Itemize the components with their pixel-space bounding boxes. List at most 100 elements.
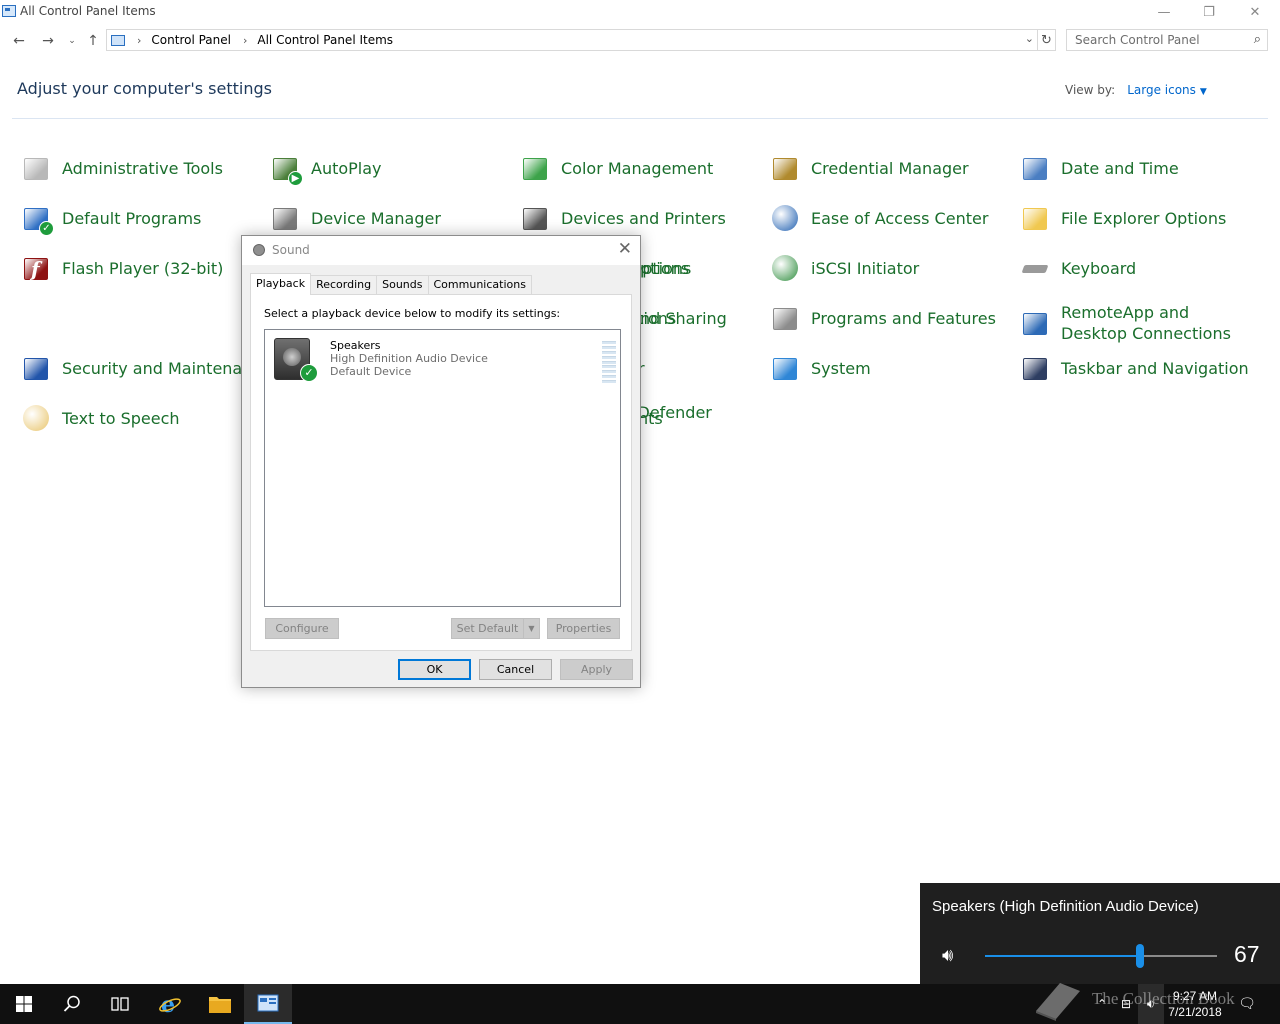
date-time-icon	[1019, 152, 1051, 184]
volume-slider[interactable]	[985, 944, 1217, 968]
device-list-item[interactable]: ✓ Speakers High Definition Audio Device …	[271, 336, 616, 384]
ok-button[interactable]: OK	[398, 659, 471, 680]
item-label: Programs and Features	[811, 308, 996, 328]
programs-features-icon	[769, 302, 801, 334]
item-label: Taskbar and Navigation	[1061, 358, 1249, 378]
tab-communications[interactable]: Communications	[427, 275, 532, 295]
refresh-icon[interactable]: ↻	[1038, 29, 1056, 51]
cancel-button[interactable]: Cancel	[479, 659, 552, 680]
volume-value: 67	[1234, 941, 1260, 967]
control-panel-taskbar-icon[interactable]	[244, 984, 292, 1024]
administrative-tools-icon	[20, 152, 52, 184]
system-clock[interactable]: 9:27 AM 7/21/2018	[1166, 988, 1224, 1020]
clock-time: 9:27 AM	[1172, 989, 1218, 1003]
control-panel-item[interactable]: ✓ Default Programs	[20, 202, 201, 236]
control-panel-item[interactable]: Date and Time	[1019, 152, 1179, 184]
search-icon[interactable]: ⌕	[1254, 32, 1261, 47]
task-view-icon[interactable]	[96, 984, 144, 1024]
apply-button[interactable]: Apply	[560, 659, 633, 680]
recent-locations-chevron-icon[interactable]: ⌄	[61, 30, 83, 52]
item-label: Date and Time	[1061, 158, 1179, 178]
security-maintenance-icon	[20, 352, 52, 384]
header-divider	[12, 118, 1268, 119]
volume-tray-icon[interactable]: 🔉︎	[1138, 984, 1164, 1024]
dialog-close-icon[interactable]: ✕	[618, 239, 632, 259]
control-panel-item[interactable]: Device Manager	[269, 202, 441, 234]
control-panel-item[interactable]: Ease of Access Center	[769, 202, 988, 234]
control-panel-item[interactable]: Text to Speech	[20, 402, 180, 434]
control-panel-item[interactable]: Color Management	[519, 152, 713, 184]
window-title-bar: All Control Panel Items — ❐ ✕	[0, 0, 1280, 24]
tab-recording[interactable]: Recording	[310, 275, 378, 295]
internet-explorer-icon[interactable]: e	[146, 984, 194, 1024]
address-dropdown-chevron-icon[interactable]: ⌄	[1025, 32, 1034, 45]
dropdown-caret-icon[interactable]: ▼	[1200, 87, 1207, 97]
taskbar: e ⌃ ⊟ 🔉︎ 9:27 AM 7/21/2018 🗨︎	[0, 984, 1280, 1024]
control-panel-item[interactable]: ▶ AutoPlay	[269, 152, 382, 186]
view-by-dropdown[interactable]: Large icons	[1127, 83, 1196, 97]
show-hidden-icons-chevron-icon[interactable]: ⌃	[1090, 984, 1114, 1024]
text-to-speech-icon	[20, 402, 52, 434]
item-label: Devices and Printers	[561, 208, 726, 228]
volume-slider-thumb[interactable]	[1136, 944, 1145, 968]
close-window-button[interactable]: ✕	[1232, 0, 1278, 24]
item-label: Flash Player (32-bit)	[62, 258, 224, 278]
control-panel-item[interactable]: Keyboard	[1019, 252, 1136, 284]
breadcrumb-all-items[interactable]: All Control Panel Items	[257, 33, 393, 47]
speaker-volume-icon[interactable]: 🔊︎	[942, 945, 953, 966]
dialog-title-bar: Sound ✕	[242, 236, 640, 265]
network-icon[interactable]: ⊟	[1114, 984, 1138, 1024]
control-panel-item[interactable]: File Explorer Options	[1019, 202, 1226, 234]
address-bar[interactable]: › Control Panel › All Control Panel Item…	[106, 29, 1038, 51]
tab-playback[interactable]: Playback	[250, 273, 312, 295]
dialog-tabs: Playback Recording Sounds Communications	[250, 273, 532, 295]
search-input[interactable]: Search Control Panel ⌕	[1066, 29, 1268, 51]
playback-device-list[interactable]: ✓ Speakers High Definition Audio Device …	[264, 329, 621, 607]
device-description: High Definition Audio Device	[330, 352, 488, 365]
control-panel-item[interactable]: Security and Maintenance	[20, 352, 271, 384]
speaker-icon	[253, 244, 265, 256]
search-icon[interactable]	[48, 984, 96, 1024]
up-arrow-icon[interactable]: ↑	[82, 30, 104, 52]
control-panel-item[interactable]: f Flash Player (32-bit)	[20, 252, 223, 284]
control-panel-item[interactable]: Administrative Tools	[20, 152, 223, 184]
instruction-text: Select a playback device below to modify…	[264, 307, 561, 320]
control-panel-item[interactable]: Programs and Features	[769, 302, 996, 334]
action-center-notification-icon[interactable]: 🗨︎	[1232, 984, 1262, 1024]
set-default-dropdown-icon[interactable]: ▼	[523, 618, 540, 639]
item-label: Device Manager	[311, 208, 441, 228]
level-meter	[602, 341, 616, 383]
playback-tab-panel: Select a playback device below to modify…	[250, 294, 632, 651]
control-panel-item[interactable]: RemoteApp and Desktop Connections	[1019, 302, 1251, 344]
forward-arrow-icon[interactable]: →	[37, 30, 59, 52]
item-label: iSCSI Initiator	[811, 258, 920, 278]
item-label: RemoteApp and Desktop Connections	[1061, 303, 1231, 343]
start-windows-icon[interactable]	[0, 984, 48, 1024]
control-panel-item[interactable]: iSCSI Initiator	[769, 252, 919, 284]
properties-button[interactable]: Properties	[547, 618, 620, 639]
restore-button[interactable]: ❐	[1186, 0, 1232, 24]
tab-sounds[interactable]: Sounds	[376, 275, 429, 295]
file-explorer-icon[interactable]	[196, 984, 244, 1024]
item-label: Text to Speech	[62, 408, 180, 428]
sound-dialog: Sound ✕ Playback Recording Sounds Commun…	[241, 235, 641, 688]
control-panel-item[interactable]: Taskbar and Navigation	[1019, 352, 1249, 384]
check-badge-icon: ✓	[39, 221, 54, 236]
page-title: Adjust your computer's settings	[17, 79, 272, 98]
configure-button[interactable]: Configure	[265, 618, 339, 639]
file-explorer-options-icon	[1019, 202, 1051, 234]
minimize-button[interactable]: —	[1141, 0, 1187, 24]
control-panel-item[interactable]: Devices and Printers	[519, 202, 726, 234]
flash-player-icon: f	[20, 252, 52, 284]
default-checkmark-icon: ✓	[300, 364, 318, 382]
item-label: AutoPlay	[311, 158, 382, 178]
back-arrow-icon[interactable]: ←	[8, 30, 30, 52]
breadcrumb-control-panel[interactable]: Control Panel	[151, 33, 231, 47]
control-panel-item[interactable]: System	[769, 352, 871, 384]
item-label: System	[811, 358, 871, 378]
set-default-button[interactable]: Set Default	[451, 618, 524, 639]
control-panel-item[interactable]: Credential Manager	[769, 152, 969, 184]
window-title: All Control Panel Items	[20, 4, 156, 18]
keyboard-icon	[1019, 252, 1051, 284]
taskbar-navigation-icon	[1019, 352, 1051, 384]
